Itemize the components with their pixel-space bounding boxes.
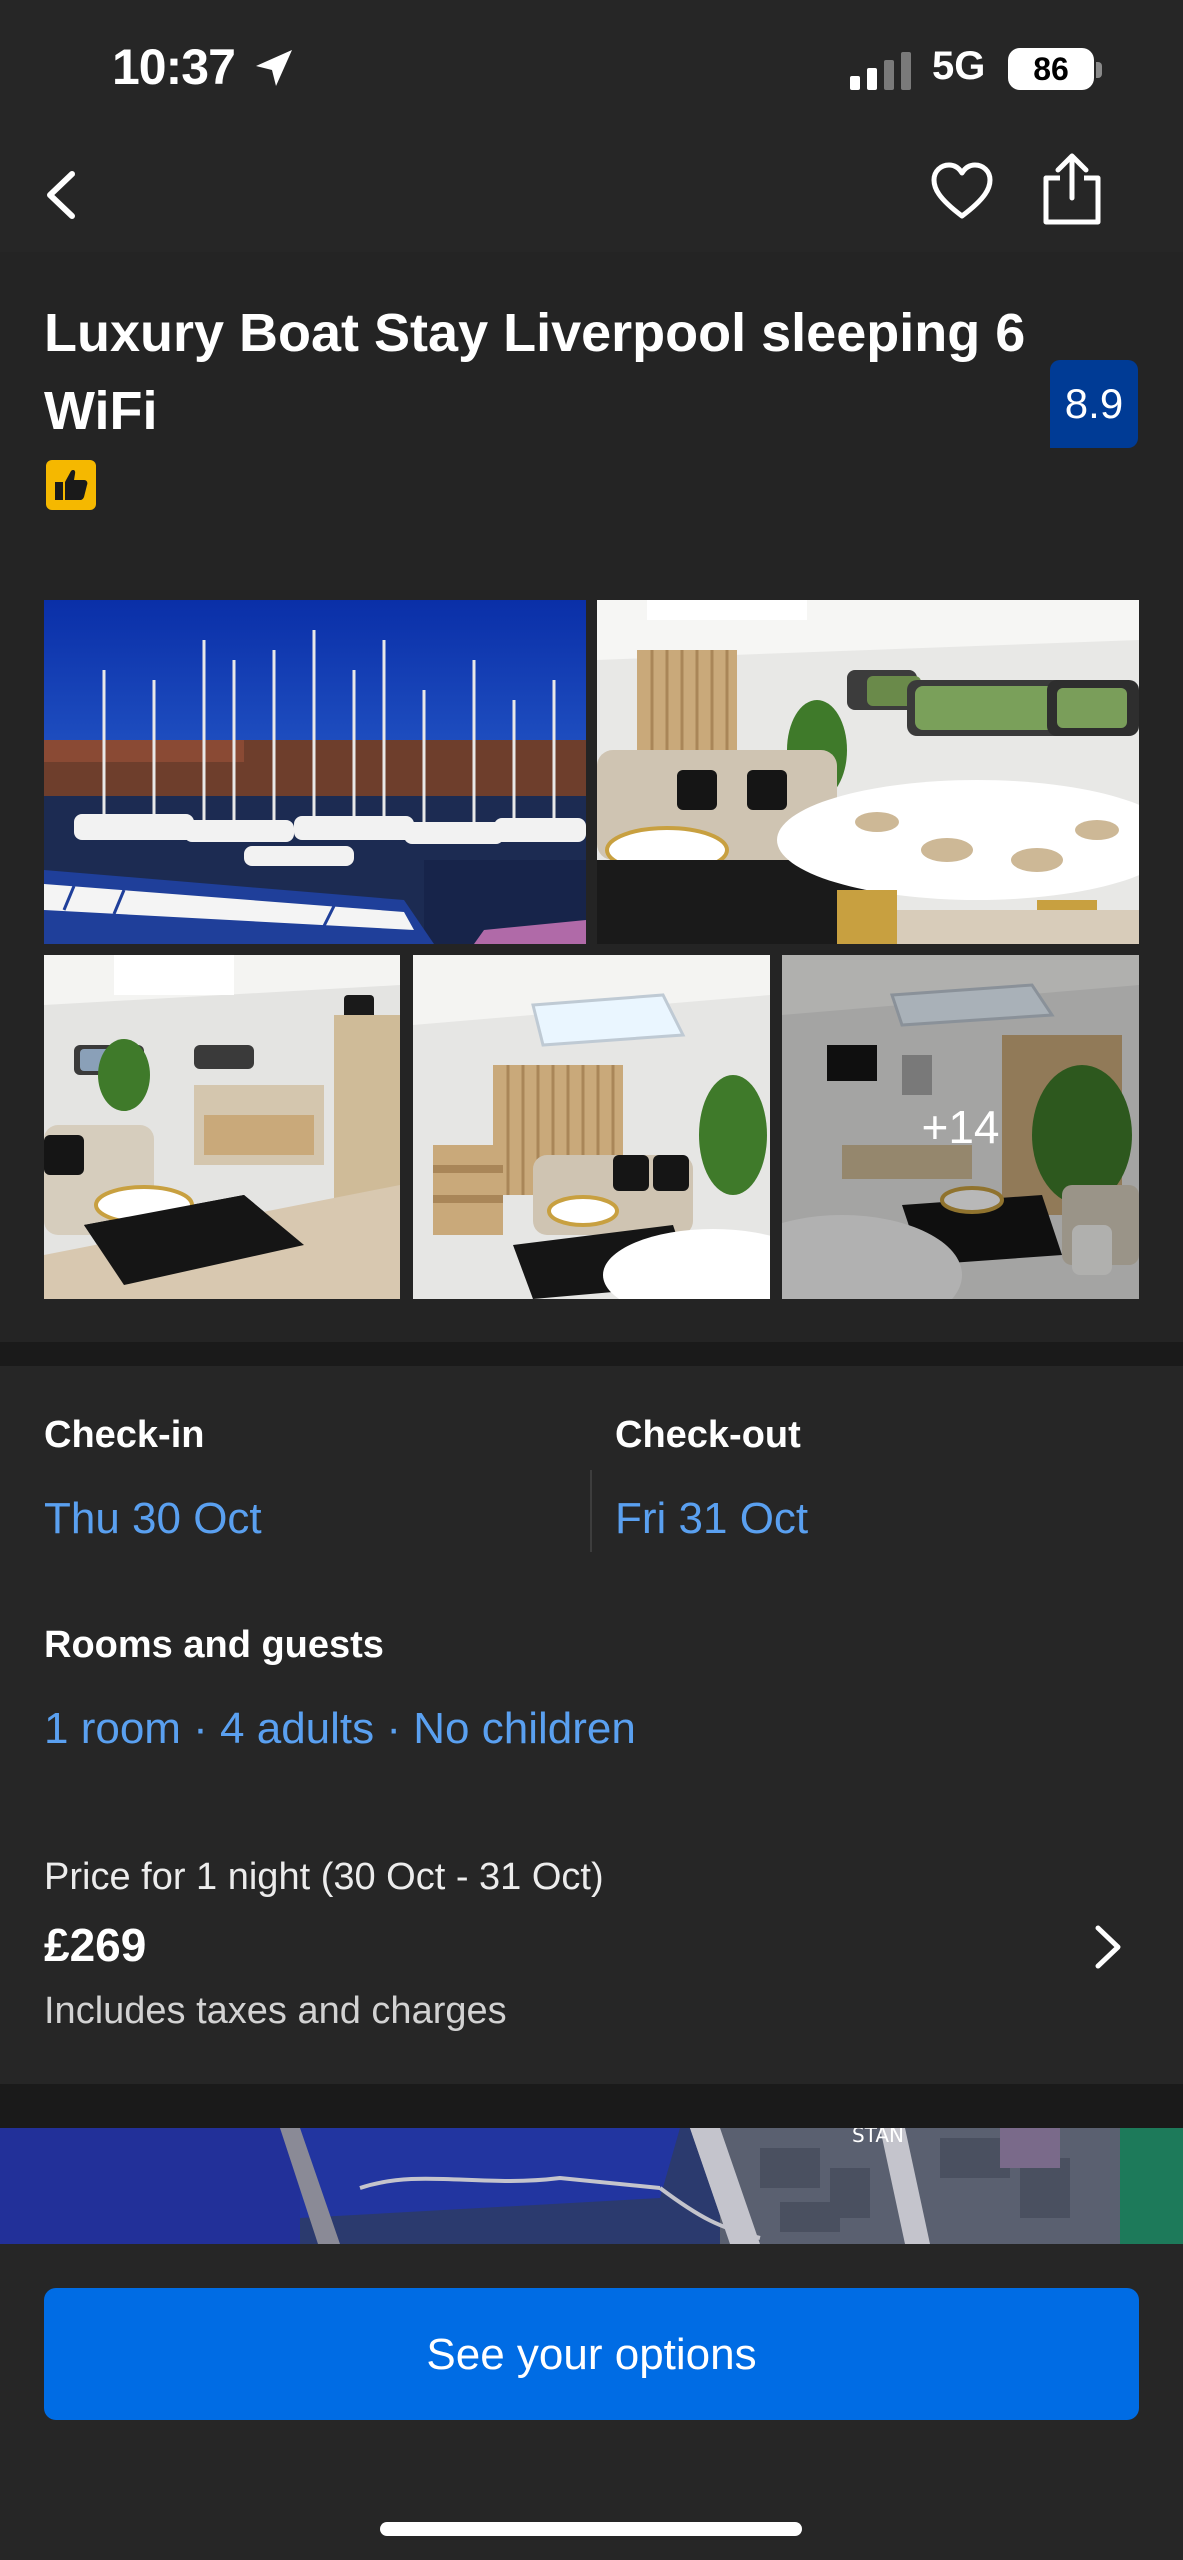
home-indicator[interactable] [380,2522,802,2536]
location-arrow-icon [252,46,296,95]
map-street-label: STAN [852,2128,904,2147]
rooms-guests-link[interactable]: 1 room · 4 adults · No children [44,1704,636,1754]
heart-icon [931,162,993,219]
rooms-guests-label: Rooms and guests [44,1624,384,1666]
photo-marina[interactable] [44,600,586,944]
battery-nub [1096,62,1102,78]
photo-lounge-stairs[interactable] [413,955,770,1299]
price-label: Price for 1 night (30 Oct - 31 Oct) [44,1856,604,1898]
photo-living-dining[interactable] [597,600,1139,944]
favorite-button[interactable] [928,158,996,226]
review-score-badge[interactable]: 8.9 [1050,360,1138,448]
chevron-right-icon [1095,1925,1121,1969]
photo-kitchen-lounge[interactable] [44,955,400,1299]
back-button[interactable] [28,160,98,230]
signal-icon [850,52,914,95]
battery-indicator: 86 [1008,48,1094,90]
checkin-date-link[interactable]: Thu 30 Oct [44,1494,262,1544]
chevron-left-icon [47,171,75,219]
section-divider [0,1342,1183,1366]
checkout-date-link[interactable]: Fri 31 Oct [615,1494,808,1544]
checkin-label: Check-in [44,1414,205,1456]
date-divider [590,1470,592,1552]
price-value: £269 [44,1919,147,1971]
price-note: Includes taxes and charges [44,1990,507,2032]
see-options-button[interactable]: See your options [44,2288,1139,2420]
photo-lounge-tv[interactable]: +14 [782,955,1139,1299]
map-preview[interactable]: STAN [0,2128,1183,2244]
section-divider [0,2084,1183,2128]
more-photos-count: +14 [782,955,1139,1299]
thumbs-up-icon [55,470,88,500]
thumbs-up-badge[interactable] [46,460,96,510]
status-time: 10:37 [112,39,236,95]
checkout-label: Check-out [615,1414,801,1456]
property-title: Luxury Boat Stay Liverpool sleeping 6 Wi… [44,303,1026,441]
network-label: 5G [932,44,986,88]
share-icon [1043,153,1101,225]
status-bar: 10:37 5G 86 [0,0,1183,140]
share-button[interactable] [1038,152,1106,228]
